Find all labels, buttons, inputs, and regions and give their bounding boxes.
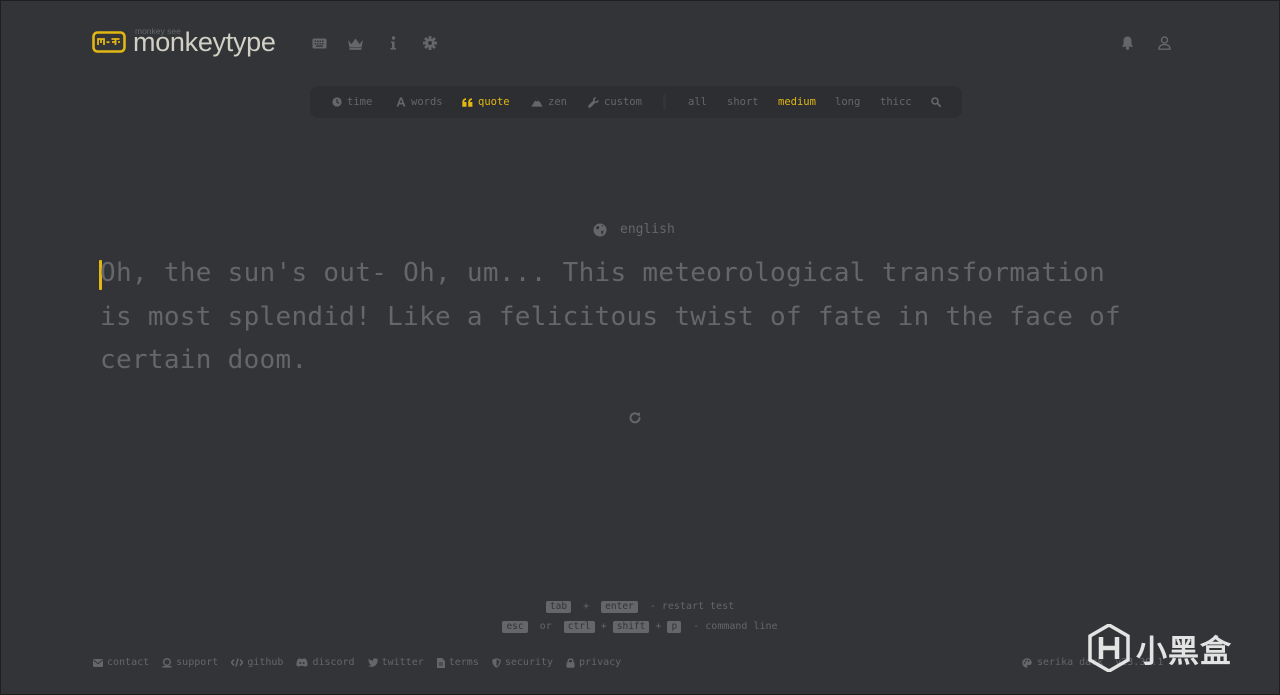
envelope-icon: [93, 658, 103, 667]
discord-icon: [296, 658, 309, 667]
length-long-button[interactable]: long: [835, 86, 860, 118]
length-medium-button[interactable]: medium: [778, 86, 816, 118]
mode-custom-button[interactable]: custom: [588, 86, 642, 118]
code-icon: [231, 658, 244, 667]
footer-security-link[interactable]: security: [492, 657, 553, 668]
test-config-bar: time words quote zen custom all short me…: [310, 86, 962, 118]
footer-discord-link[interactable]: discord: [296, 657, 355, 668]
quote-icon: [462, 97, 473, 107]
search-icon: [931, 97, 941, 107]
footer-github-label: github: [247, 657, 284, 668]
length-thicc-label: thicc: [880, 96, 912, 108]
font-icon: [396, 97, 406, 107]
xiaoheihe-watermark: 小黑盒: [1088, 624, 1232, 672]
gear-icon[interactable]: [421, 34, 439, 52]
mountain-icon: [531, 97, 543, 107]
footer-contact-label: contact: [107, 657, 150, 668]
search-quote-button[interactable]: [931, 86, 946, 118]
user-icon[interactable]: [1155, 34, 1173, 52]
info-icon[interactable]: [384, 34, 402, 52]
mode-time-label: time: [347, 96, 373, 108]
bell-icon[interactable]: [1118, 34, 1136, 52]
donate-icon: [162, 657, 172, 667]
length-all-button[interactable]: all: [688, 86, 707, 118]
language-label: english: [620, 222, 675, 237]
shield-icon: [492, 657, 501, 668]
footer-privacy-label: privacy: [579, 657, 622, 668]
mode-zen-button[interactable]: zen: [531, 86, 567, 118]
key-esc: esc: [502, 621, 528, 633]
mode-quote-button[interactable]: quote: [462, 86, 510, 118]
command-line-hint-label: - command line: [693, 621, 778, 632]
footer-terms-link[interactable]: terms: [436, 657, 479, 668]
logo[interactable]: monkey see monkeytype: [92, 22, 276, 62]
file-icon: [436, 657, 445, 668]
globe-icon: [593, 223, 607, 236]
words-line-3: certain doom.: [100, 345, 308, 375]
logo-subtitle: monkey see: [135, 25, 181, 36]
key-shift: shift: [612, 621, 650, 633]
mode-custom-label: custom: [604, 96, 642, 108]
mode-quote-label: quote: [478, 96, 510, 108]
keyboard-icon[interactable]: [310, 34, 328, 52]
key-p: p: [667, 621, 682, 633]
key-ctrl: ctrl: [563, 621, 595, 633]
length-short-button[interactable]: short: [727, 86, 759, 118]
footer-security-label: security: [504, 657, 554, 668]
lock-icon: [566, 657, 575, 668]
footer-twitter-link[interactable]: twitter: [367, 657, 424, 668]
length-thicc-button[interactable]: thicc: [880, 86, 912, 118]
crown-icon[interactable]: [346, 34, 364, 52]
footer-support-label: support: [176, 657, 219, 668]
restart-hint-label: - restart test: [649, 601, 735, 612]
words-line-2: is most splendid! Like a felicitous twis…: [100, 301, 1122, 332]
or-text: or: [539, 621, 552, 632]
monkeytype-logo-icon: [92, 31, 126, 53]
footer-github-link[interactable]: github: [231, 657, 283, 668]
twitter-icon: [367, 658, 378, 667]
words-line-1: Oh, the sun's out- Oh, um... This meteor…: [100, 258, 1106, 288]
plus-sign: +: [600, 621, 607, 632]
logo-text-wrap: monkey see monkeytype: [133, 25, 276, 56]
mode-time-button[interactable]: time: [332, 86, 372, 118]
key-enter: enter: [601, 601, 638, 613]
mode-words-label: words: [411, 96, 443, 108]
mode-words-button[interactable]: words: [396, 86, 443, 118]
footer-twitter-label: twitter: [381, 657, 424, 668]
plus-sign: +: [583, 601, 590, 612]
length-medium-label: medium: [778, 96, 816, 108]
words-area[interactable]: Oh, the sun's out- Oh, um... This meteor…: [100, 252, 1180, 383]
restart-icon[interactable]: [627, 410, 643, 426]
footer-support-link[interactable]: support: [162, 657, 218, 668]
length-long-label: long: [835, 96, 861, 108]
clock-icon: [332, 97, 342, 107]
mode-zen-label: zen: [548, 96, 567, 108]
footer-terms-label: terms: [448, 657, 479, 668]
length-short-label: short: [727, 96, 759, 108]
xiaoheihe-logo-icon: [1088, 624, 1130, 672]
restart-hint: tab + enter - restart test: [0, 601, 1280, 613]
footer-links: contact support github discord twitter t…: [93, 657, 634, 668]
wrench-icon: [588, 96, 599, 108]
footer-contact-link[interactable]: contact: [93, 657, 149, 668]
footer-discord-label: discord: [312, 657, 355, 668]
length-all-label: all: [688, 96, 707, 108]
plus-sign: +: [655, 621, 662, 632]
config-separator: [663, 94, 666, 110]
key-tab: tab: [545, 601, 572, 613]
watermark-text: 小黑盒: [1136, 633, 1232, 670]
palette-icon: [1022, 657, 1032, 668]
footer-privacy-link[interactable]: privacy: [566, 657, 621, 668]
language-selector[interactable]: english: [593, 222, 675, 237]
